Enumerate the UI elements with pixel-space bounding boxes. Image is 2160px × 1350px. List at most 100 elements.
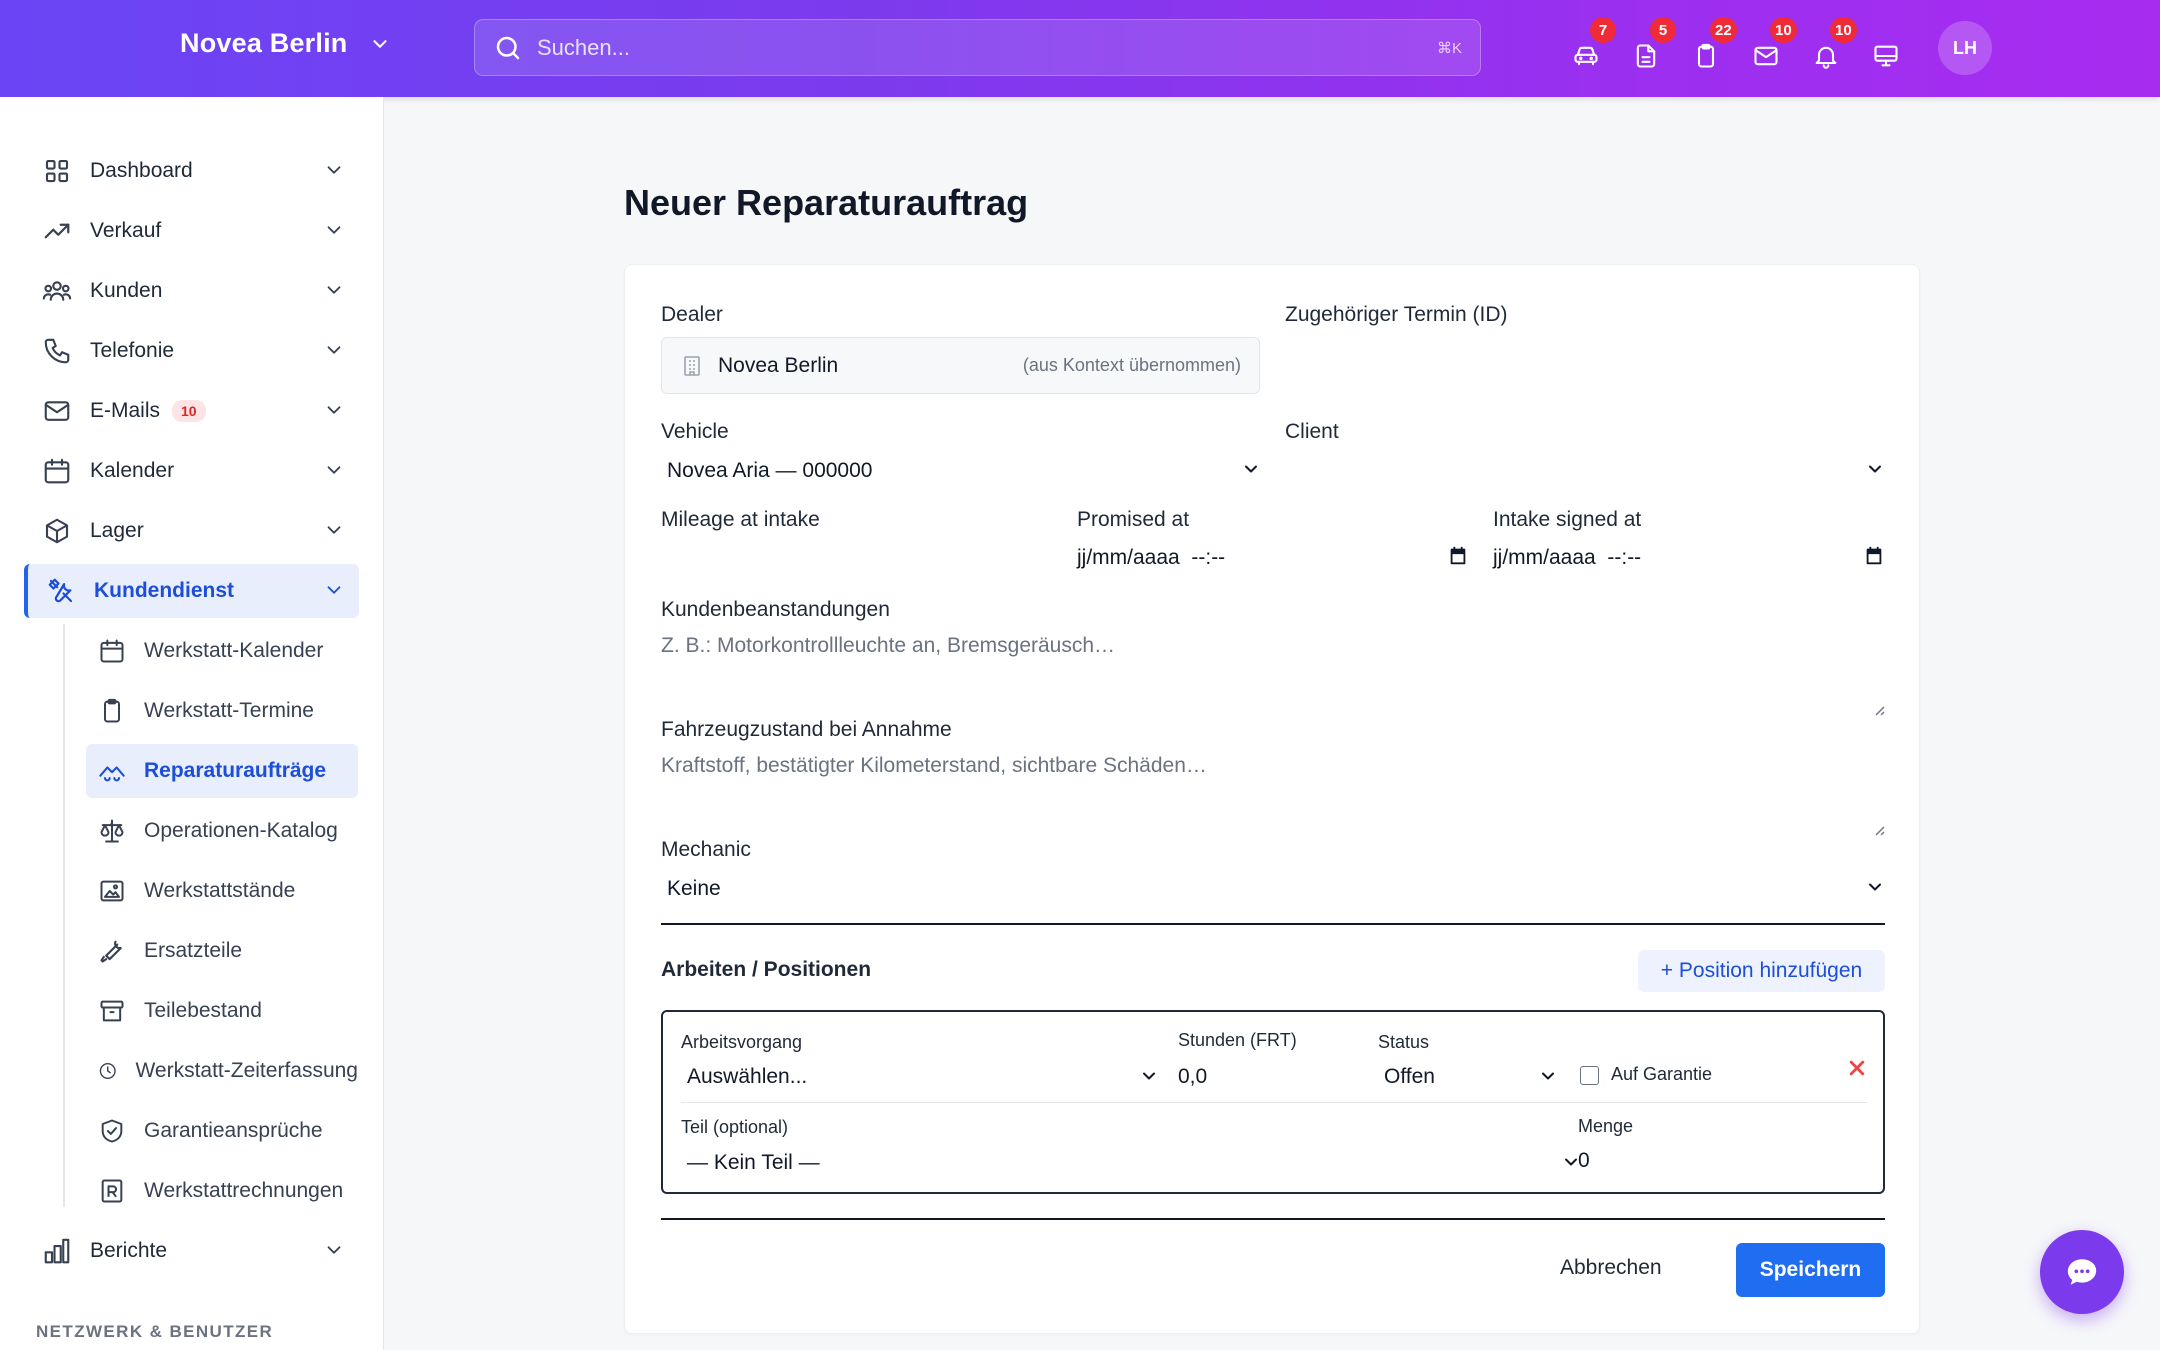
chat-button[interactable] [2040, 1230, 2124, 1314]
remove-position-icon[interactable] [1843, 1054, 1871, 1082]
bell-icon [1815, 46, 1837, 69]
sidebar-item-label: Garantieansprüche [144, 1119, 323, 1142]
chevron-down-icon [327, 346, 341, 354]
mechanic-select[interactable]: Keine [661, 873, 1885, 905]
notifications-button[interactable]: 10 [1810, 17, 1857, 70]
repair-order-form: Dealer Novea Berlin (aus Kontext übernom… [624, 264, 1920, 1334]
sidebar-item-label: Dashboard [90, 159, 193, 182]
shield-check-icon [101, 1119, 123, 1143]
complaints-placeholder: Z. B.: Motorkontrollleuchte an, Bremsger… [661, 634, 1116, 657]
chat-icon [2067, 1259, 2097, 1285]
calendar-icon [1450, 546, 1466, 565]
mileage-input[interactable] [661, 543, 1041, 575]
header-icons: 7 5 22 10 10 [1570, 17, 1902, 70]
scale-icon [100, 819, 124, 843]
resize-grip-icon[interactable] [1871, 702, 1885, 716]
sidebar-item-lager[interactable]: Lager [24, 504, 359, 558]
qty-value: 0 [1578, 1149, 1590, 1172]
client-label: Client [1285, 420, 1339, 443]
sidebar-item-label: Werkstatt-Kalender [144, 639, 324, 662]
add-position-button[interactable]: + Position hinzufügen [1638, 950, 1885, 992]
sidebar-item-label: Berichte [90, 1239, 168, 1262]
avatar[interactable]: LH [1938, 21, 1992, 75]
chevron-down-icon [327, 466, 341, 474]
sidebar-subitem-garantieansprueche[interactable]: Garantieansprüche [86, 1104, 358, 1158]
sidebar-item-emails[interactable]: E-Mails 10 [24, 384, 359, 438]
part-select[interactable]: — Kein Teil — [681, 1148, 1581, 1178]
box-icon [45, 518, 69, 544]
sidebar-section-title: NETZWERK & BENUTZER [36, 1322, 274, 1341]
tasks-button[interactable]: 22 [1690, 17, 1737, 70]
save-button[interactable]: Speichern [1736, 1243, 1885, 1297]
dealer-field: Novea Berlin (aus Kontext übernommen) [661, 337, 1260, 394]
operation-select[interactable]: Auswählen... [681, 1062, 1159, 1092]
intake-label: Intake signed at [1493, 508, 1642, 531]
notification-badge: 10 [1770, 17, 1797, 43]
condition-textarea[interactable]: Kraftstoff, bestätigter Kilometerstand, … [661, 754, 1885, 836]
mechanic-label: Mechanic [661, 838, 751, 861]
chevron-down-icon [327, 226, 341, 234]
part-label: Teil (optional) [681, 1117, 789, 1137]
document-icon [1636, 44, 1656, 68]
calendar-icon [1866, 546, 1882, 565]
part-value: — Kein Teil — [687, 1151, 820, 1174]
cancel-button[interactable]: Abbrechen [1560, 1256, 1662, 1280]
display-button[interactable] [1870, 25, 1902, 70]
intake-datetime-input[interactable]: jj/mm/aaaa --:-- [1493, 543, 1885, 573]
promised-datetime-input[interactable]: jj/mm/aaaa --:-- [1077, 543, 1469, 573]
mail-icon [44, 401, 70, 421]
sidebar-subitem-werkstatt-zeiterfassung[interactable]: Werkstatt-Zeiterfassung [86, 1044, 358, 1098]
sidebar-subitem-operationen-katalog[interactable]: Operationen-Katalog [86, 804, 358, 858]
search-input[interactable] [537, 34, 1437, 61]
client-select[interactable] [1285, 455, 1885, 487]
hours-input[interactable]: 0,0 [1178, 1062, 1358, 1092]
positions-title: Arbeiten / Positionen [661, 958, 872, 981]
sidebar-item-label: Werkstattrechnungen [144, 1179, 344, 1202]
calendar-icon [44, 458, 70, 484]
qty-input[interactable]: 0 [1578, 1146, 1858, 1176]
chevron-down-icon [327, 166, 341, 174]
mail-button[interactable]: 10 [1750, 17, 1797, 70]
vehicle-select[interactable]: Novea Aria — 000000 [661, 455, 1261, 487]
sidebar-subitem-werkstatt-termine[interactable]: Werkstatt-Termine [86, 684, 358, 738]
clipboard-icon [104, 698, 120, 723]
complaints-textarea[interactable]: Z. B.: Motorkontrollleuchte an, Bremsger… [661, 634, 1885, 716]
sidebar-subitem-ersatzteile[interactable]: Ersatzteile [86, 924, 358, 978]
resize-grip-icon[interactable] [1871, 822, 1885, 836]
promised-value: jj/mm/aaaa --:-- [1077, 546, 1226, 569]
clock-icon [99, 1063, 116, 1079]
sidebar-subitem-werkstattstaende[interactable]: Werkstattstände [86, 864, 358, 918]
warranty-checkbox[interactable] [1580, 1066, 1599, 1085]
grid-icon [45, 159, 69, 183]
sidebar-item-kunden[interactable]: Kunden [24, 264, 359, 318]
sidebar-subitem-teilebestand[interactable]: Teilebestand [86, 984, 358, 1038]
sidebar-item-berichte[interactable]: Berichte [24, 1224, 359, 1278]
users-icon [42, 281, 72, 301]
status-select[interactable]: Offen [1378, 1062, 1558, 1092]
top-bar: Novea Berlin ⌘K 7 5 22 10 10 [0, 0, 2160, 97]
sidebar-subitem-werkstattrechnungen[interactable]: Werkstattrechnungen [86, 1164, 358, 1218]
building-icon [684, 355, 700, 376]
sidebar-subitem-reparaturauftraege[interactable]: Reparaturaufträge [86, 744, 358, 798]
search-bar[interactable]: ⌘K [474, 19, 1481, 76]
dealer-switcher[interactable]: Novea Berlin [180, 28, 391, 59]
status-label: Status [1378, 1032, 1430, 1052]
vehicles-button[interactable]: 7 [1570, 17, 1616, 70]
sidebar-item-kalender[interactable]: Kalender [24, 444, 359, 498]
vehicle-value: Novea Aria — 000000 [667, 459, 873, 482]
sidebar-item-label: Operationen-Katalog [144, 819, 338, 842]
documents-button[interactable]: 5 [1630, 17, 1676, 70]
warranty-label: Auf Garantie [1611, 1064, 1713, 1084]
termin-input[interactable] [1285, 337, 1885, 394]
chevron-down-icon [1542, 1072, 1554, 1080]
notification-badge: 10 [1830, 17, 1857, 43]
sidebar-item-kundendienst[interactable]: Kundendienst [24, 564, 359, 618]
vehicle-icon [1574, 46, 1598, 66]
sidebar-item-telefonie[interactable]: Telefonie [24, 324, 359, 378]
sidebar-item-verkauf[interactable]: Verkauf [24, 204, 359, 258]
sidebar-item-dashboard[interactable]: Dashboard [24, 144, 359, 198]
invoice-icon [101, 1179, 123, 1203]
complaints-label: Kundenbeanstandungen [661, 598, 890, 621]
section-divider [661, 923, 1885, 925]
sidebar-subitem-werkstatt-kalender[interactable]: Werkstatt-Kalender [86, 624, 358, 678]
